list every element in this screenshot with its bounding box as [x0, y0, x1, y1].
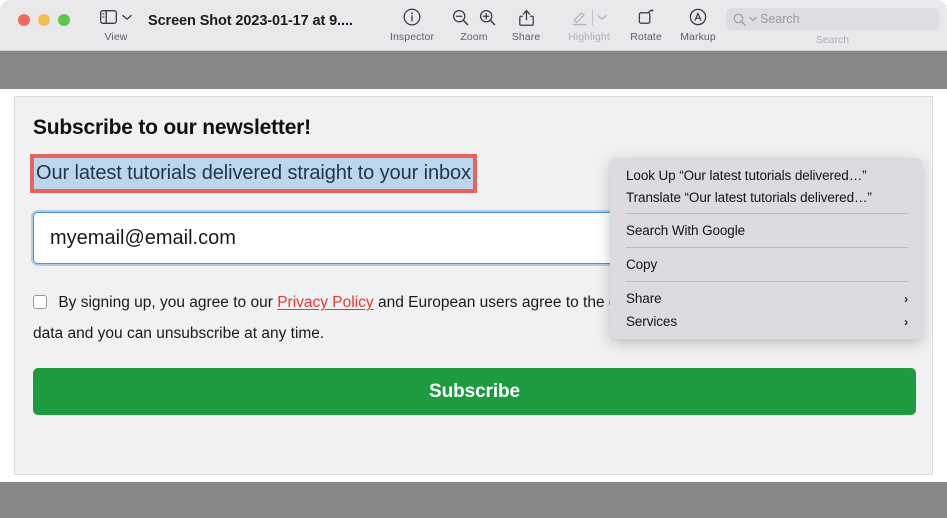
search-toolbar-group[interactable]: Search Search: [726, 8, 939, 46]
context-menu-item-share[interactable]: Share ›: [610, 287, 922, 310]
context-menu-item-services[interactable]: Services ›: [610, 310, 922, 333]
subscribe-button[interactable]: Subscribe: [33, 368, 916, 415]
chevron-down-icon[interactable]: [749, 16, 757, 22]
highlight-glyph-row: [571, 6, 607, 28]
selected-subtitle-text[interactable]: Our latest tutorials delivered straight …: [34, 158, 473, 189]
rotate-icon: [638, 9, 654, 24]
context-menu: Look Up “Our latest tutorials delivered……: [610, 158, 922, 339]
context-menu-item-copy[interactable]: Copy: [610, 253, 922, 276]
markup-glyph: [689, 6, 707, 28]
context-menu-separator: [626, 247, 908, 248]
consent-text-before: By signing up, you agree to our: [58, 294, 278, 311]
rotate-label: Rotate: [630, 31, 662, 43]
inspector-label: Inspector: [389, 31, 435, 43]
chevron-right-icon: ›: [904, 314, 908, 329]
context-menu-separator: [626, 213, 908, 214]
search-label: Search: [815, 34, 850, 46]
preview-window: View Screen Shot 2023-01-17 at 9.... Ins…: [0, 0, 947, 518]
context-menu-item-label: Translate “Our latest tutorials delivere…: [626, 189, 872, 205]
inspector-glyph: [403, 6, 421, 28]
highlight-toolbar-button[interactable]: Highlight: [557, 6, 621, 43]
markup-icon: [689, 8, 707, 26]
document-viewport: Subscribe to our newsletter! Our latest …: [0, 51, 947, 518]
zoom-glyph-row: [452, 6, 496, 28]
sidebar-icon: [100, 10, 117, 24]
zoom-button[interactable]: [58, 14, 70, 26]
share-toolbar-button[interactable]: Share: [494, 6, 558, 43]
chevron-down-icon[interactable]: [597, 14, 607, 21]
markup-label: Markup: [680, 31, 716, 43]
share-icon: [518, 9, 534, 26]
chevron-down-icon[interactable]: [122, 14, 132, 21]
view-label: View: [104, 31, 128, 43]
context-menu-item-label: Look Up “Our latest tutorials delivered……: [626, 167, 867, 183]
privacy-policy-link[interactable]: Privacy Policy: [277, 294, 373, 311]
context-menu-item-search-with-google[interactable]: Search With Google: [610, 219, 922, 242]
search-field[interactable]: Search: [726, 8, 939, 30]
zoom-label: Zoom: [460, 31, 488, 43]
chevron-right-icon: ›: [904, 291, 908, 306]
highlight-pen-icon: [572, 11, 587, 25]
zoom-out-icon[interactable]: [452, 9, 469, 26]
highlight-label: Highlight: [568, 31, 610, 43]
rotate-glyph: [637, 6, 655, 28]
markup-toolbar-button[interactable]: Markup: [666, 6, 730, 43]
window-title: Screen Shot 2023-01-17 at 9....: [148, 13, 353, 29]
context-menu-separator: [626, 281, 908, 282]
page-title: Subscribe to our newsletter!: [33, 116, 311, 139]
context-menu-item-look-up[interactable]: Look Up “Our latest tutorials delivered……: [610, 164, 922, 186]
annotation-box: Our latest tutorials delivered straight …: [30, 154, 477, 193]
search-icon: [733, 13, 746, 26]
context-menu-item-label: Services: [626, 314, 677, 329]
close-button[interactable]: [18, 14, 30, 26]
info-circle-icon: [403, 8, 421, 26]
share-label: Share: [511, 31, 541, 43]
share-glyph: [518, 6, 534, 28]
context-menu-item-label: Search With Google: [626, 223, 746, 238]
window-toolbar: View Screen Shot 2023-01-17 at 9.... Ins…: [0, 0, 947, 51]
view-toolbar-button[interactable]: View: [84, 6, 148, 43]
context-menu-item-label: Share: [626, 291, 662, 306]
traffic-lights: [0, 0, 70, 26]
context-menu-item-label: Copy: [626, 257, 658, 272]
toolbar-separator: [592, 9, 593, 25]
search-placeholder: Search: [760, 12, 800, 26]
consent-checkbox[interactable]: [33, 295, 47, 309]
minimize-button[interactable]: [38, 14, 50, 26]
context-menu-item-translate[interactable]: Translate “Our latest tutorials delivere…: [610, 186, 922, 208]
inspector-toolbar-button[interactable]: Inspector: [380, 6, 444, 43]
view-glyph-row: [100, 6, 132, 28]
